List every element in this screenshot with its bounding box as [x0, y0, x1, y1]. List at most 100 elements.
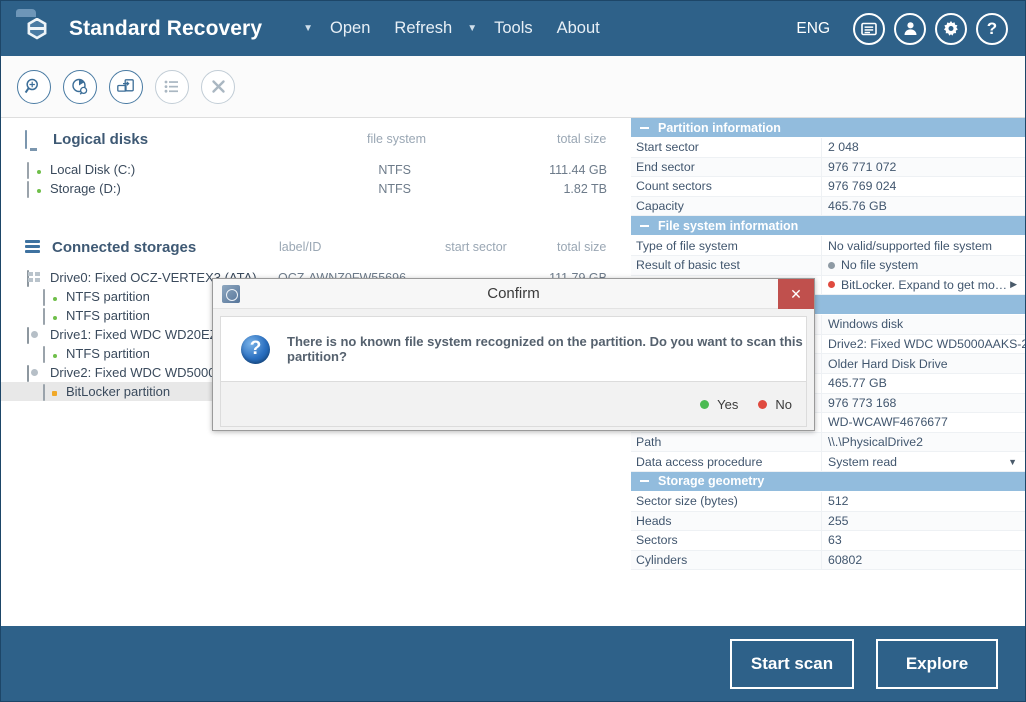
explore-button[interactable]: Explore [876, 638, 998, 689]
partition-icon [43, 308, 59, 325]
property-key-data-access: Data access procedure [631, 452, 821, 472]
dialog-title: Confirm [487, 285, 540, 302]
collapse-icon[interactable] [640, 224, 649, 227]
partition-icon [43, 289, 59, 306]
property-key: End sector [631, 157, 821, 178]
disk-size: 1.82 TB [563, 181, 607, 196]
partition-label: NTFS partition [66, 346, 150, 361]
partition-icon [43, 346, 59, 363]
status-dot-gray [828, 261, 835, 269]
property-key: Count sectors [631, 177, 821, 197]
table-row: End sector 976 771 072 [631, 157, 1025, 178]
list-view-icon[interactable] [155, 69, 189, 104]
property-key: Cylinders [631, 550, 821, 571]
hdd-icon [27, 162, 43, 179]
settings-gear-icon[interactable] [935, 12, 967, 45]
property-value: Drive2: Fixed WDC WD5000AAKS-22V [821, 334, 1025, 355]
column-total-size-2: total size [557, 240, 607, 254]
property-value: 60802 [821, 550, 1025, 571]
column-file-system: file system [367, 132, 427, 146]
monitor-icon [25, 130, 43, 149]
column-start-sector: start sector [445, 240, 507, 254]
main-menu: ▼ Open Refresh ▼ Tools About [302, 13, 610, 44]
no-button[interactable]: No [758, 397, 792, 412]
group-header-partition-information[interactable]: Partition information [631, 118, 1025, 138]
property-value: Older Hard Disk Drive [821, 354, 1025, 374]
data-access-dropdown[interactable]: System read ▼ [821, 452, 1025, 472]
logical-disks-title: Logical disks [53, 130, 149, 148]
partition-label: NTFS partition [66, 289, 150, 304]
property-key: Sectors [631, 531, 821, 551]
hdd-icon [27, 181, 43, 198]
disk-icon [27, 327, 43, 344]
no-label: No [775, 396, 792, 412]
property-value: 63 [821, 531, 1025, 551]
dialog-body: ? There is no known file system recogniz… [220, 316, 807, 382]
logical-disks-header: Logical disks file system total size [1, 126, 631, 152]
grid-disk-icon [27, 270, 43, 287]
property-value-bitlocker[interactable]: BitLocker. Expand to get mo… ▶ [821, 275, 1025, 296]
menu-item-tools[interactable]: Tools [484, 13, 543, 44]
storage-stack-icon [25, 239, 42, 255]
table-row: Type of file system No valid/supported f… [631, 236, 1025, 256]
disk-image-icon[interactable] [109, 69, 143, 104]
start-scan-button[interactable]: Start scan [730, 638, 854, 689]
disk-size: 111.44 GB [549, 162, 607, 177]
property-key-path: Path [631, 432, 821, 453]
column-label-id: label/ID [279, 240, 322, 254]
property-key: Start sector [631, 138, 821, 158]
disk-filesystem: NTFS [378, 181, 411, 196]
chevron-down-icon[interactable]: ▼ [1008, 457, 1017, 467]
open-caret-icon[interactable]: ▼ [302, 17, 314, 40]
no-dot-icon [758, 399, 768, 409]
table-row[interactable]: Data access procedure System read ▼ [631, 452, 1025, 472]
expand-arrow-icon[interactable]: ▶ [1010, 279, 1017, 290]
connected-storages-title: Connected storages [52, 238, 197, 256]
table-row: Count sectors 976 769 024 [631, 177, 1025, 197]
property-value: 976 769 024 [821, 177, 1025, 197]
collapse-icon[interactable] [640, 126, 649, 129]
yes-button[interactable]: Yes [700, 397, 738, 412]
property-value: 465.76 GB [821, 196, 1025, 217]
table-row: Heads 255 [631, 511, 1025, 532]
property-value: WD-WCAWF4676677 [821, 413, 1025, 433]
partition-label: BitLocker partition [66, 384, 171, 399]
menu-item-open[interactable]: Open [320, 13, 380, 44]
collapse-icon[interactable] [640, 480, 649, 483]
property-key: Capacity [631, 196, 821, 217]
app-logo-icon [15, 8, 57, 49]
search-scan-icon[interactable] [17, 69, 51, 104]
disk-analysis-icon[interactable] [63, 69, 97, 104]
list-item[interactable]: Storage (D:) NTFS 1.82 TB [1, 179, 631, 198]
question-icon: ? [241, 334, 270, 364]
property-key: Result of basic test [631, 255, 821, 276]
topbar-actions: ENG ? [796, 12, 1008, 45]
help-icon[interactable]: ? [976, 12, 1008, 45]
disk-label: Local Disk (C:) [50, 162, 136, 177]
close-icon[interactable]: ✕ [778, 279, 814, 309]
menu-item-refresh[interactable]: Refresh [384, 13, 462, 44]
dialog-message: There is no known file system recognized… [287, 334, 803, 364]
property-value-path: \\.\PhysicalDrive2 [821, 432, 1025, 453]
property-value: 465.77 GB [821, 373, 1025, 394]
confirm-dialog: Confirm ✕ ? There is no known file syste… [212, 278, 815, 431]
property-value: Windows disk [821, 315, 1025, 335]
group-header-file-system-information[interactable]: File system information [631, 216, 1025, 237]
user-account-icon[interactable] [894, 12, 926, 45]
close-icon[interactable] [201, 69, 235, 104]
tools-caret-icon[interactable]: ▼ [466, 17, 478, 40]
disk-label: Storage (D:) [50, 181, 121, 196]
top-menu-bar: Standard Recovery ▼ Open Refresh ▼ Tools… [1, 1, 1025, 56]
yes-dot-icon [700, 399, 710, 409]
language-selector[interactable]: ENG [796, 20, 830, 38]
property-value: 976 771 072 [821, 157, 1025, 178]
menu-item-about[interactable]: About [547, 13, 610, 44]
table-row: Sectors 63 [631, 531, 1025, 551]
group-header-storage-geometry[interactable]: Storage geometry [631, 471, 1025, 492]
connected-storages-header: Connected storages label/ID start sector… [1, 234, 631, 260]
app-title: Standard Recovery [69, 16, 263, 40]
list-item[interactable]: Local Disk (C:) NTFS 111.44 GB [1, 160, 631, 179]
table-row: Start sector 2 048 [631, 138, 1025, 158]
news-icon[interactable] [853, 12, 885, 45]
group-title: File system information [658, 218, 799, 233]
